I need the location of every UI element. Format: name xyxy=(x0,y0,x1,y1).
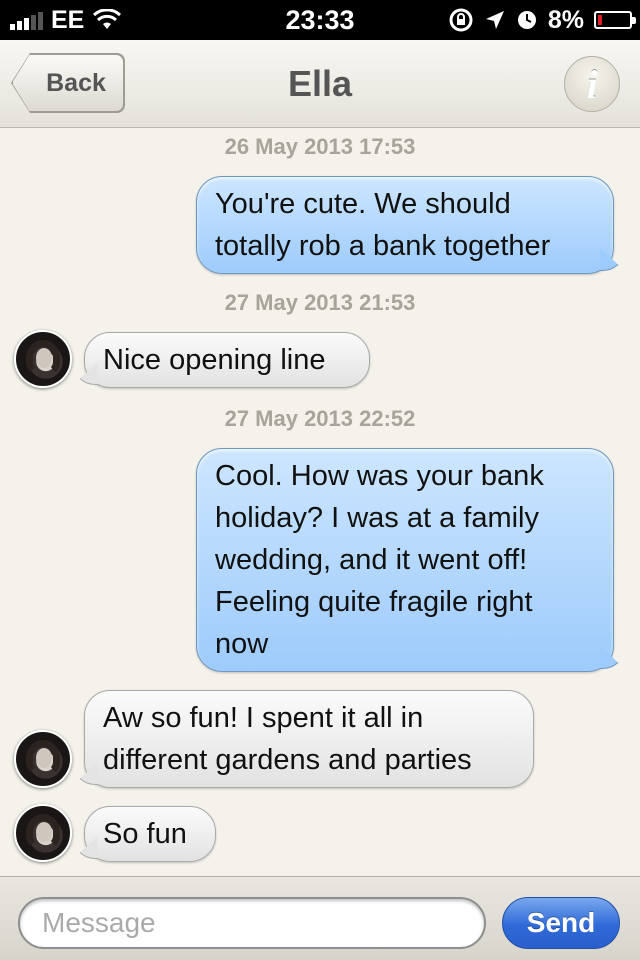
status-bar: EE 23:33 8% xyxy=(0,0,640,40)
outgoing-message[interactable]: You're cute. We should totally rob a ban… xyxy=(196,176,614,274)
location-icon xyxy=(485,11,504,29)
outgoing-message[interactable]: Cool. How was your bank holiday? I was a… xyxy=(196,448,614,672)
avatar[interactable] xyxy=(14,730,72,788)
message-line: totally rob a bank together xyxy=(215,230,551,262)
composer-bar: Send xyxy=(0,876,640,960)
message-line: You're cute. We should xyxy=(215,188,511,220)
message-line: holiday? I was at a family xyxy=(215,502,539,534)
rotation-lock-icon xyxy=(449,8,473,32)
message-line: now xyxy=(215,628,269,660)
alarm-icon xyxy=(517,11,536,29)
timestamp: 27 May 2013 22:52 xyxy=(224,406,416,431)
message-line: Nice opening line xyxy=(103,344,326,376)
message-line: wedding, and it went off! xyxy=(215,544,528,576)
send-button[interactable]: Send xyxy=(502,897,620,949)
message-line: Aw so fun! I spent it all in xyxy=(103,702,424,734)
nav-bar: Back Ella i xyxy=(0,40,640,128)
message-line: Feeling quite fragile right xyxy=(215,586,533,618)
avatar[interactable] xyxy=(14,330,72,388)
page-title: Ella xyxy=(287,63,353,104)
timestamp: 27 May 2013 21:53 xyxy=(224,290,416,315)
timestamp: 26 May 2013 17:53 xyxy=(224,134,416,159)
battery-percent: 8% xyxy=(547,5,584,34)
message-line: different gardens and parties xyxy=(103,744,472,776)
info-button[interactable]: i xyxy=(564,56,620,112)
battery-icon xyxy=(594,11,636,29)
message-line: Cool. How was your bank xyxy=(215,460,544,492)
avatar[interactable] xyxy=(14,804,72,862)
message-line: So fun xyxy=(103,818,187,850)
incoming-message[interactable]: Nice opening line xyxy=(84,332,370,388)
message-input[interactable] xyxy=(18,897,486,949)
info-icon: i xyxy=(586,61,598,107)
incoming-message[interactable]: Aw so fun! I spent it all in different g… xyxy=(84,690,534,788)
incoming-message[interactable]: So fun xyxy=(84,806,216,862)
